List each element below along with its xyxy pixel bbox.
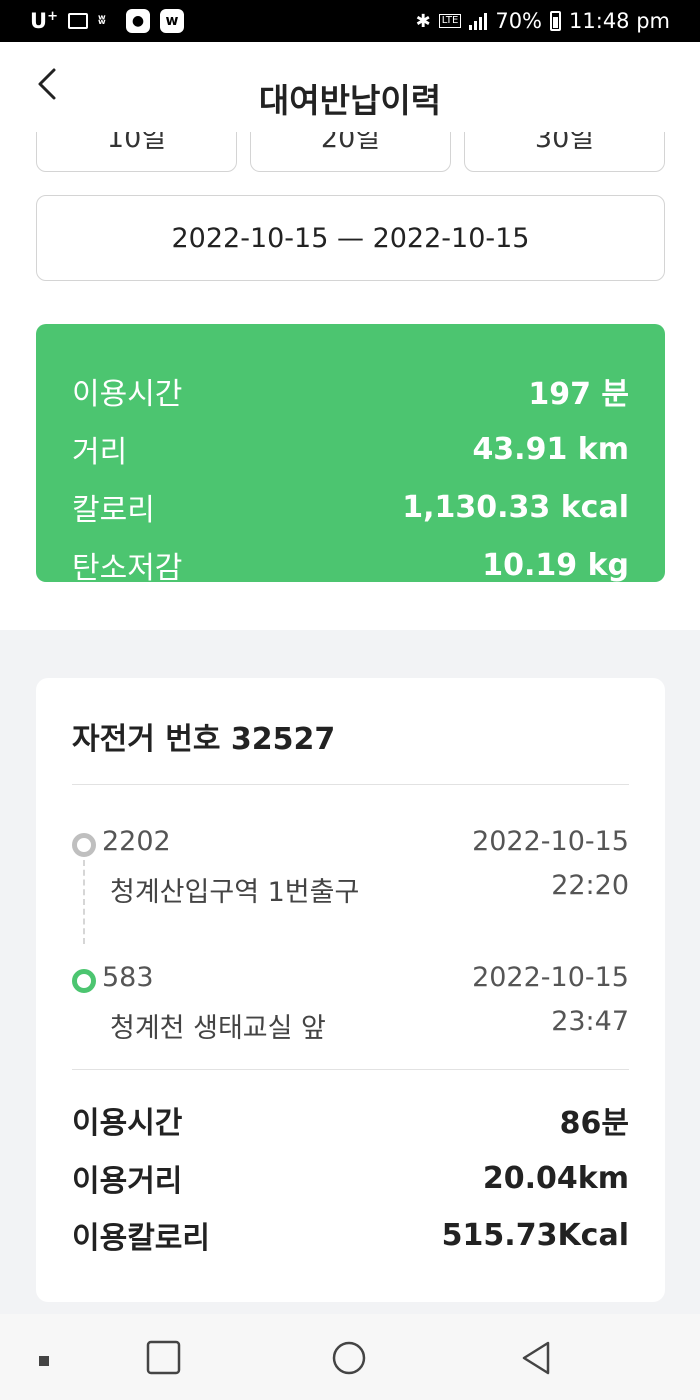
- stat-value: 515.73Kcal: [441, 1217, 629, 1253]
- stat-row-time: 이용시간 86분: [72, 1100, 629, 1141]
- summary-row-carbon: 탄소저감 10.19 kg: [72, 536, 629, 583]
- summary-label: 이용시간: [72, 377, 183, 412]
- stat-label: 이용거리: [72, 1164, 183, 1199]
- summary-value: 43.91 km: [472, 431, 629, 467]
- divider: [72, 784, 629, 785]
- stat-row-distance: 이용거리 20.04km: [72, 1158, 629, 1200]
- carrier-label: U+: [30, 9, 58, 33]
- signal-icon: [469, 12, 488, 30]
- stat-value: 86분: [559, 1106, 629, 1141]
- summary-row-calories: 칼로리 1,130.33 kcal: [72, 478, 629, 536]
- date-range-picker[interactable]: 2022-10-15 — 2022-10-15: [36, 195, 665, 281]
- start-station-number: 2202: [102, 826, 171, 857]
- w-app-icon: w: [159, 9, 184, 33]
- rental-end: 583 청계천 생태교실 앞 2022-10-15 23:47: [72, 956, 629, 1046]
- app-header: 대여반납이력: [0, 42, 700, 132]
- start-station-dot-icon: [72, 833, 96, 857]
- square-icon: [146, 1340, 181, 1375]
- summary-label: 거리: [72, 435, 128, 470]
- nav-back-button[interactable]: [518, 1340, 554, 1380]
- end-station-dot-icon: [72, 969, 96, 993]
- end-station-name: 청계천 생태교실 앞: [110, 1013, 326, 1044]
- ride-history-card[interactable]: 자전거 번호 32527 2202 청계산입구역 1번출구 2022-10-15…: [36, 678, 665, 1302]
- summary-value: 10.19 kg: [482, 547, 629, 583]
- lte-icon: LTE: [438, 14, 462, 28]
- end-time: 23:47: [551, 1006, 629, 1037]
- summary-row-time: 이용시간 197 분: [72, 362, 629, 420]
- stat-label: 이용칼로리: [72, 1221, 210, 1256]
- summary-value: 197 분: [528, 377, 629, 412]
- summary-row-distance: 거리 43.91 km: [72, 420, 629, 478]
- bike-number-title: 자전거 번호 32527: [72, 722, 336, 757]
- app-icon: ●: [125, 9, 150, 33]
- top-section: 대여반납이력 10일 20일 30일 2022-10-15 — 2022-10-…: [0, 42, 700, 630]
- summary-label: 탄소저감: [72, 551, 183, 582]
- wave-icon: ʬ: [97, 13, 106, 28]
- summary-card: 이용시간 197 분 거리 43.91 km 칼로리 1,130.33 kcal…: [36, 324, 665, 582]
- bluetooth-icon: ✱: [415, 10, 431, 32]
- home-circle-icon: [332, 1341, 366, 1375]
- recent-apps-dot-icon[interactable]: [38, 1352, 50, 1371]
- home-button[interactable]: [331, 1340, 367, 1380]
- end-station-number: 583: [102, 962, 154, 993]
- gallery-icon: [67, 13, 88, 29]
- divider: [72, 1069, 629, 1070]
- stat-label: 이용시간: [72, 1106, 183, 1141]
- battery-percent: 70%: [495, 9, 543, 33]
- end-date: 2022-10-15: [472, 962, 629, 993]
- system-nav-bar: [0, 1314, 700, 1400]
- start-time: 22:20: [551, 870, 629, 901]
- summary-value: 1,130.33 kcal: [402, 489, 629, 525]
- battery-icon: [550, 11, 562, 31]
- back-triangle-icon: [522, 1341, 550, 1375]
- recent-apps-button[interactable]: [146, 1340, 182, 1380]
- rental-start: 2202 청계산입구역 1번출구 2022-10-15 22:20: [72, 820, 629, 910]
- stat-value: 20.04km: [482, 1160, 629, 1196]
- summary-label: 칼로리: [72, 493, 155, 528]
- stat-row-calories: 이용칼로리 515.73Kcal: [72, 1215, 629, 1257]
- status-bar: U+ ʬ ● w ✱ LTE 70% 11:48 pm: [0, 0, 700, 42]
- start-date: 2022-10-15: [472, 826, 629, 857]
- clock: 11:48 pm: [569, 9, 670, 33]
- page-title: 대여반납이력: [258, 81, 442, 120]
- route-connector: [83, 860, 85, 944]
- start-station-name: 청계산입구역 1번출구: [110, 877, 360, 908]
